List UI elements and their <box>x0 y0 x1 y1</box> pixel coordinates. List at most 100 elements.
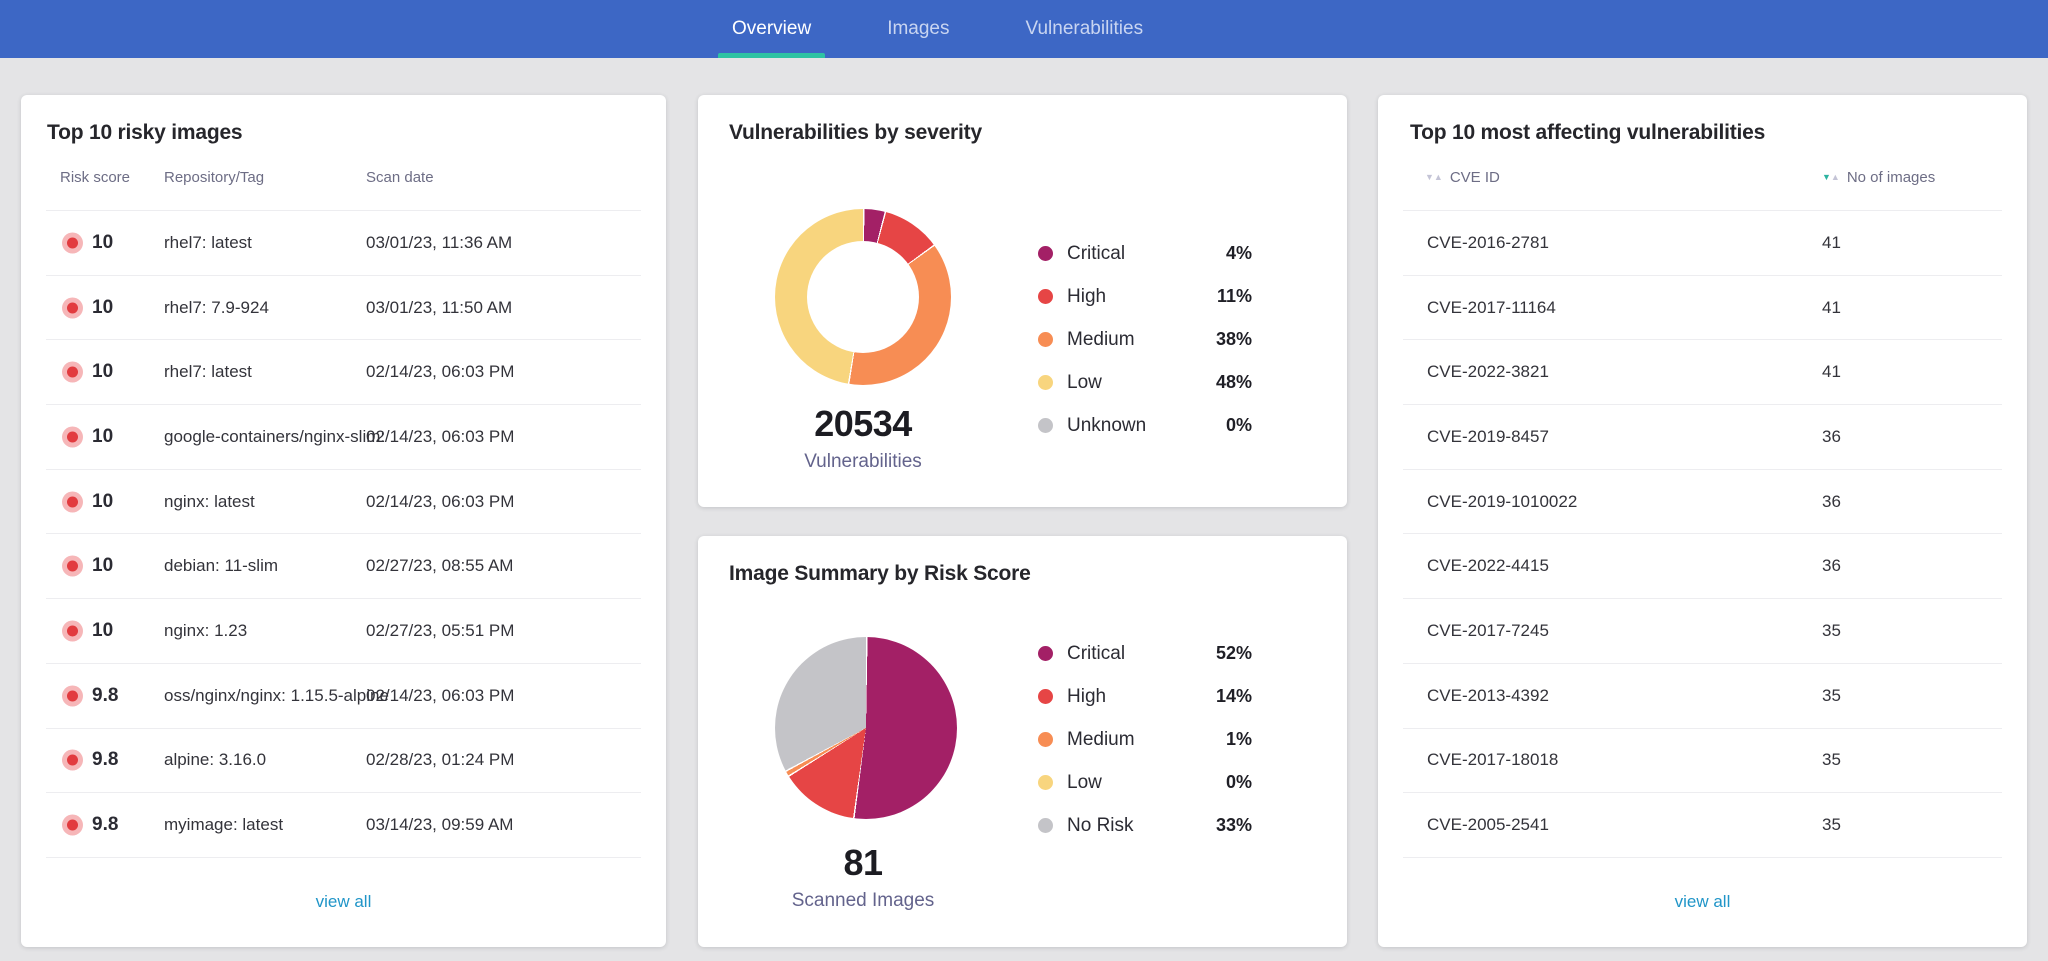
legend-value: 14% <box>1216 686 1252 707</box>
vulnerability-row[interactable]: CVE-2019-101002236 <box>1403 470 2002 535</box>
column-header-label: CVE ID <box>1450 169 1500 186</box>
nav-tabs: Overview Images Vulnerabilities <box>718 0 1157 58</box>
vulnerability-row[interactable]: CVE-2019-8457 36 <box>1403 405 2002 470</box>
legend-label: High <box>1067 686 1106 708</box>
column-header-no-of-images[interactable]: ▼▲ No of images <box>1822 169 1935 186</box>
image-count: 36 <box>1822 556 1841 576</box>
image-count: 35 <box>1822 686 1841 706</box>
legend-dot-icon <box>1038 689 1053 704</box>
risk-score: 10 <box>92 491 113 513</box>
legend-dot-icon <box>1038 375 1053 390</box>
tab-vulnerabilities[interactable]: Vulnerabilities <box>1012 0 1158 58</box>
risky-image-row[interactable]: 9.8myimage: latest03/14/23, 09:59 AM <box>46 793 641 858</box>
legend-item: Low 48% <box>1038 361 1252 404</box>
scan-date: 02/28/23, 01:24 PM <box>366 750 514 770</box>
legend-label: Low <box>1067 772 1102 794</box>
legend-label: Medium <box>1067 329 1135 351</box>
legend-dot-icon <box>1038 289 1053 304</box>
image-count: 35 <box>1822 750 1841 770</box>
repository-tag: oss/nginx/nginx: 1.15.5-alpine <box>164 686 389 706</box>
legend-value: 0% <box>1226 415 1252 436</box>
scan-date: 02/14/23, 06:03 PM <box>366 427 514 447</box>
legend-value: 1% <box>1226 729 1252 750</box>
risk-score: 10 <box>92 361 113 383</box>
risky-image-row[interactable]: 9.8alpine: 3.16.002/28/23, 01:24 PM <box>46 729 641 794</box>
risk-score: 10 <box>92 426 113 448</box>
risk-score-icon <box>62 491 83 512</box>
legend-item: Medium38% <box>1038 318 1252 361</box>
repository-tag: rhel7: 7.9-924 <box>164 298 269 318</box>
scanned-images-count: 81 <box>750 844 976 882</box>
legend-value: 48% <box>1216 372 1252 393</box>
vulnerability-row[interactable]: CVE-2016-278141 <box>1403 211 2002 276</box>
severity-legend: Critical4% High11% Medium38% Low48% Unkn… <box>1038 232 1252 447</box>
legend-item: High11% <box>1038 275 1252 318</box>
vulnerability-row[interactable]: CVE-2022-382141 <box>1403 340 2002 405</box>
legend-dot-icon <box>1038 246 1053 261</box>
scan-date: 02/27/23, 05:51 PM <box>366 621 514 641</box>
risk-score: 9.8 <box>92 814 118 836</box>
vulnerability-row[interactable]: CVE-2017-11164 41 <box>1403 276 2002 341</box>
risk-score-icon <box>62 362 83 383</box>
image-count: 41 <box>1822 233 1841 253</box>
risky-image-row[interactable]: 10nginx: latest02/14/23, 06:03 PM <box>46 470 641 535</box>
card-top-affecting-vulnerabilities: Top 10 most affecting vulnerabilities ▼▲… <box>1378 95 2027 947</box>
vulnerability-row[interactable]: CVE-2013-4392 35 <box>1403 664 2002 729</box>
legend-item: Unknown0% <box>1038 404 1252 447</box>
severity-chart-title: Vulnerabilities by severity <box>729 121 982 145</box>
vulnerability-row[interactable]: CVE-2017-724535 <box>1403 599 2002 664</box>
risk-score-icon <box>62 685 83 706</box>
legend-dot-icon <box>1038 418 1053 433</box>
risky-images-column-headers: Risk score Repository/Tag Scan date <box>21 169 666 191</box>
risky-image-row[interactable]: 9.8oss/nginx/nginx: 1.15.5-alpine02/14/2… <box>46 664 641 729</box>
risky-image-row[interactable]: 10google-containers/nginx-slim:02/14/23,… <box>46 405 641 470</box>
repository-tag: debian: 11-slim <box>164 556 278 576</box>
image-count: 35 <box>1822 621 1841 641</box>
risky-image-row[interactable]: 10debian: 11-slim02/27/23, 08:55 AM <box>46 534 641 599</box>
legend-item: High 14% <box>1038 675 1252 718</box>
risky-image-row[interactable]: 10rhel7: latest02/14/23, 06:03 PM <box>46 340 641 405</box>
vulnerability-row[interactable]: CVE-2022-4415 36 <box>1403 534 2002 599</box>
tab-overview[interactable]: Overview <box>718 0 825 58</box>
vulnerability-row[interactable]: CVE-2017-18018 35 <box>1403 729 2002 794</box>
legend-value: 52% <box>1216 643 1252 664</box>
top-nav: Overview Images Vulnerabilities <box>0 0 2048 58</box>
repository-tag: rhel7: latest <box>164 362 252 382</box>
image-count: 41 <box>1822 362 1841 382</box>
legend-value: 0% <box>1226 772 1252 793</box>
column-header-risk-score: Risk score <box>60 169 130 186</box>
risky-image-row[interactable]: 10rhel7: 7.9-92403/01/23, 11:50 AM <box>46 276 641 341</box>
top-vulnerabilities-title: Top 10 most affecting vulnerabilities <box>1410 121 1765 145</box>
scan-date: 02/14/23, 06:03 PM <box>366 492 514 512</box>
sort-icon: ▼▲ <box>1425 173 1443 182</box>
cve-id: CVE-2013-4392 <box>1427 686 1549 706</box>
legend-dot-icon <box>1038 818 1053 833</box>
legend-label: No Risk <box>1067 815 1134 837</box>
cve-id: CVE-2022-4415 <box>1427 556 1549 576</box>
cve-id: CVE-2017-18018 <box>1427 750 1558 770</box>
cve-id: CVE-2017-11164 <box>1427 298 1556 318</box>
view-all-link[interactable]: view all <box>21 892 666 912</box>
risk-score-chart-title: Image Summary by Risk Score <box>729 562 1031 586</box>
card-top-risky-images: Top 10 risky images Risk score Repositor… <box>21 95 666 947</box>
cve-id: CVE-2019-8457 <box>1427 427 1549 447</box>
repository-tag: nginx: 1.23 <box>164 621 247 641</box>
card-image-summary-by-risk-score: Image Summary by Risk Score 81 Scanned I… <box>698 536 1347 947</box>
legend-label: Critical <box>1067 243 1125 265</box>
tab-images[interactable]: Images <box>873 0 963 58</box>
view-all-link[interactable]: view all <box>1378 892 2027 912</box>
image-count: 41 <box>1822 298 1841 318</box>
risky-images-table: 10rhel7: latest03/01/23, 11:36 AM 10rhel… <box>46 210 641 858</box>
risky-image-row[interactable]: 10nginx: 1.2302/27/23, 05:51 PM <box>46 599 641 664</box>
risky-image-row[interactable]: 10rhel7: latest03/01/23, 11:36 AM <box>46 211 641 276</box>
vulnerability-row[interactable]: CVE-2005-254135 <box>1403 793 2002 858</box>
column-header-cve-id[interactable]: ▼▲ CVE ID <box>1425 169 1500 186</box>
cve-id: CVE-2019-1010022 <box>1427 492 1577 512</box>
vulnerabilities-column-headers: ▼▲ CVE ID ▼▲ No of images <box>1378 169 2027 191</box>
legend-label: Low <box>1067 372 1102 394</box>
legend-item: Critical52% <box>1038 632 1252 675</box>
vulnerabilities-table: CVE-2016-278141 CVE-2017-11164 41 CVE-202… <box>1403 210 2002 858</box>
repository-tag: myimage: latest <box>164 815 283 835</box>
risk-score: 9.8 <box>92 685 118 707</box>
image-count: 36 <box>1822 427 1841 447</box>
